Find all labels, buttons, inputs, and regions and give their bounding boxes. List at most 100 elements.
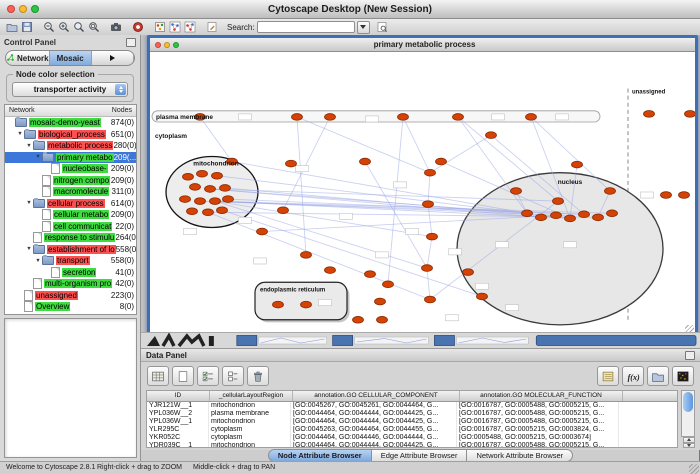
column-header[interactable]: ID [147,391,210,401]
tree-item-primary-metabo[interactable]: ▼primary metabo209(... [5,152,136,164]
table-row[interactable]: YJR121W__1mitochondrion[GO:0045267, GO:0… [147,402,677,410]
tree-item-mosaic-demo-yeast[interactable]: mosaic-demo-yeast 874(0) [5,117,136,129]
close-button[interactable] [155,42,161,48]
column-header[interactable]: annotation.GO CELLULAR_COMPONENT [293,391,460,401]
zoom-fit-icon[interactable] [71,20,86,34]
table-row[interactable]: YLR295Ccytoplasm[GO:0045263, GO:0044464,… [147,426,677,434]
tree-item-biological-process[interactable]: ▼biological_process651(0) [5,129,136,141]
expand-arrow-icon[interactable]: ▼ [25,200,33,206]
open-session-icon[interactable] [4,20,19,34]
attribute-table-icon[interactable] [147,366,169,386]
tree-item-label: establishment of lo [47,245,116,254]
float-panel-icon[interactable] [685,351,695,360]
nodes-column-header[interactable]: Nodes [112,107,132,114]
tree-item-cellular-process[interactable]: ▼cellular process614(0) [5,198,136,210]
new-attribute-icon[interactable] [172,366,194,386]
tree-item-metabolic-process[interactable]: ▼metabolic process280(0) [5,140,136,152]
column-header[interactable]: _cellularLayoutRegion [210,391,293,401]
column-header[interactable]: annotation.GO MOLECULAR_FUNCTION [460,391,623,401]
network-column-header[interactable]: Network [9,107,35,114]
snapshot-icon[interactable] [108,20,123,34]
table-cell-empty [619,410,677,418]
select-attributes-icon[interactable] [197,366,219,386]
network-view-window[interactable]: primary metabolic process plasma membran… [147,35,698,338]
table-row[interactable]: YPL036W__1mitochondrion[GO:0044464, GO:0… [147,418,677,426]
advanced-search-icon[interactable] [375,20,390,34]
minimize-button[interactable] [19,5,27,13]
expand-arrow-icon[interactable]: ▼ [16,131,24,137]
attribute-table: ID_cellularLayoutRegionannotation.GO CEL… [146,390,678,448]
minimize-button[interactable] [164,42,170,48]
import-attributes-icon[interactable] [647,366,669,386]
window-title: Cytoscape Desktop (New Session) [46,4,654,15]
tree-item-macromolecule[interactable]: macromolecule311(0) [5,186,136,198]
tab-scroll-right-button[interactable] [92,51,134,65]
zoom-in-icon[interactable] [56,20,71,34]
tree-item-nitrogen-compo[interactable]: nitrogen compo209(0) [5,175,136,187]
tree-item-multi-organism-pro[interactable]: multi-organism pro42(0) [5,278,136,290]
node-color-dropdown[interactable]: transporter activity [12,82,128,97]
tree-item-cell-communicat[interactable]: cell communicat22(0) [5,221,136,233]
function-builder-icon[interactable]: f(x) [622,366,644,386]
annotations-icon[interactable] [204,20,219,34]
table-scrollbar[interactable] [681,390,695,437]
network-window-titlebar[interactable]: primary metabolic process [150,38,695,52]
zoom-button[interactable] [173,42,179,48]
status-zoom-hint: Right-click + drag to ZOOM [97,464,182,471]
expand-arrow-icon[interactable]: ▼ [25,246,33,252]
vizmapper-icon[interactable] [152,20,167,34]
window-titlebar[interactable]: Cytoscape Desktop (New Session) [0,0,700,19]
attribute-editor-icon[interactable] [597,366,619,386]
layout-network-b-icon[interactable] [182,20,197,34]
close-button[interactable] [7,5,15,13]
expand-arrow-icon[interactable]: ▼ [34,258,42,264]
birds-eye-view[interactable] [4,318,137,458]
zoom-out-icon[interactable] [41,20,56,34]
scrollbar-thumb[interactable] [683,392,693,412]
file-icon [33,232,42,243]
attribute-matrix-icon[interactable] [672,366,694,386]
tab-network[interactable]: Network [6,51,50,65]
search-input[interactable] [257,21,355,33]
tree-item-unassigned[interactable]: unassigned223(0) [5,290,136,302]
tree-item-establishment-of-lo[interactable]: ▼ establishment of lo558(0) [5,244,136,256]
dropdown-stepper-icon[interactable] [115,84,126,95]
layout-network-a-icon[interactable] [167,20,182,34]
app-resize-grip[interactable] [689,464,699,474]
table-row[interactable]: YDR039C__1mitochondrion[GO:0044464, GO:0… [147,442,677,448]
node-count: 874(0) [111,118,136,127]
network-canvas[interactable]: plasma membranecytoplasmmitochondrionnuc… [150,52,695,335]
tree-item-overview[interactable]: Overview8(0) [5,301,136,313]
search-options-button[interactable] [357,21,370,34]
tree-item-response-to-stimulu[interactable]: response to stimulu264(0) [5,232,136,244]
save-session-icon[interactable] [19,20,34,34]
node-count: 280(0) [113,141,136,150]
table-cell: cytoplasm [209,426,291,434]
delete-attribute-icon[interactable] [247,366,269,386]
tab-mosaic[interactable]: Mosaic [50,51,92,65]
svg-text:mitochondrion: mitochondrion [193,161,238,168]
tree-item-secretion[interactable]: secretion41(0) [5,267,136,279]
table-row[interactable]: YPL036W__2plasma membrane[GO:0044464, GO… [147,410,677,418]
tree-item-label: mosaic-demo-yeast [29,118,101,127]
zoom-selected-region-icon[interactable] [86,20,101,34]
network-graph[interactable]: plasma membranecytoplasmmitochondrionnuc… [150,52,695,335]
tree-item-cellular-metabo[interactable]: cellular metabo209(0) [5,209,136,221]
tree-item-nucleobase-[interactable]: nucleobase-209(0) [5,163,136,175]
tree-item-transport[interactable]: ▼transport558(0) [5,255,136,267]
zoom-button[interactable] [31,5,39,13]
float-panel-icon[interactable] [126,38,136,47]
attribute-columns-icon[interactable] [222,366,244,386]
data-panel-titlebar[interactable]: Data Panel [141,349,700,362]
tree-item-label: nucleobase- [62,164,108,173]
expand-arrow-icon[interactable]: ▼ [25,143,33,149]
table-cell: [GO:0044464, GO:0044444, GO:0044425, G..… [291,442,457,448]
folder-icon [42,153,54,162]
node-count: 558(0) [116,245,136,254]
tree-item-label: multi-organism pro [44,279,112,288]
help-ring-icon[interactable] [130,20,145,34]
table-row[interactable]: YKR052Ccytoplasm[GO:0044464, GO:0044446,… [147,434,677,442]
expand-arrow-icon[interactable]: ▼ [34,154,42,160]
node-count: 209(0) [111,164,136,173]
scroll-down-button[interactable] [683,443,695,449]
